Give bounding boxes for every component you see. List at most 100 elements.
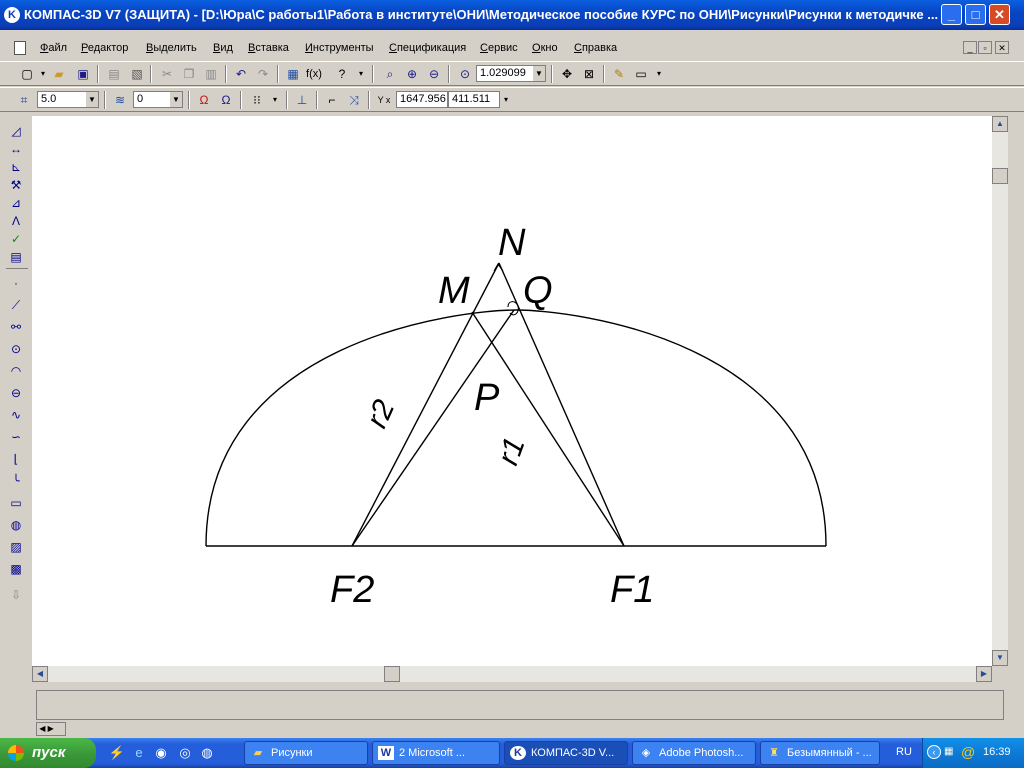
horizontal-scroll-thumb[interactable] [384, 666, 400, 682]
display-mode-icon[interactable]: ▭ [632, 65, 650, 83]
redo-icon[interactable]: ↷ [254, 65, 272, 83]
page-nav[interactable]: ◀ ▶ [36, 722, 66, 736]
help-dropdown-icon[interactable]: ▾ [352, 65, 370, 83]
quicklaunch-icon-1[interactable]: ⚡ [108, 744, 126, 762]
layers-icon[interactable]: ≋ [111, 91, 129, 109]
maximize-button[interactable]: □ [965, 4, 986, 25]
scroll-down-icon[interactable]: ▼ [992, 650, 1008, 666]
zoom-all-icon[interactable]: ⊠ [580, 65, 598, 83]
doc-close-button[interactable]: ✕ [995, 41, 1009, 54]
task-photoshop[interactable]: ◈ Adobe Photosh... [632, 741, 756, 765]
fillet-icon[interactable]: ╰ [7, 472, 25, 490]
copy-icon[interactable]: ❐ [180, 65, 198, 83]
menu-service[interactable]: Сервис [480, 42, 518, 54]
open-folder-icon[interactable]: ▰ [50, 65, 68, 83]
save-icon[interactable]: ▣ [74, 65, 92, 83]
task-paint[interactable]: ♜ Безымянный - ... [760, 741, 880, 765]
snap-local-icon[interactable]: Ω [217, 91, 235, 109]
display-dropdown-icon[interactable]: ▾ [650, 65, 668, 83]
help-pointer-icon[interactable]: ? [333, 65, 351, 83]
menu-insert[interactable]: Вставка [248, 42, 289, 54]
pan-icon[interactable]: ✥ [558, 65, 576, 83]
tray-arrow-icon[interactable]: ‹ [927, 745, 941, 759]
round-icon[interactable]: ⤨ [345, 91, 363, 109]
polyline-icon[interactable]: ∿ [7, 406, 25, 424]
coord-y-field[interactable]: 411.511 [448, 91, 500, 108]
quicklaunch-icon-5[interactable]: ◍ [198, 744, 216, 762]
arc-icon[interactable]: ◠ [7, 362, 25, 380]
circle-icon[interactable]: ⊙ [7, 340, 25, 358]
menu-window[interactable]: Окно [532, 42, 558, 54]
rectangle-icon[interactable]: ▭ [7, 494, 25, 512]
zoom-scale-icon[interactable]: ⊙ [456, 65, 474, 83]
properties-brush-icon[interactable]: ✎ [610, 65, 628, 83]
quicklaunch-icon-3[interactable]: ◉ [152, 744, 170, 762]
scroll-left-icon[interactable]: ◀ [32, 666, 48, 682]
drawing-canvas[interactable]: N M Q P F2 F1 r2 r1 [32, 116, 992, 666]
measure-tool-icon[interactable]: Ʌ [7, 212, 25, 230]
grid-icon[interactable]: ⁝⁝ [248, 91, 266, 109]
calculator-icon[interactable]: ▦ [284, 65, 302, 83]
spline-icon[interactable]: ∽ [7, 428, 25, 446]
coord-dropdown-icon[interactable]: ▾ [500, 91, 512, 109]
hatch-icon[interactable]: ▨ [7, 538, 25, 556]
task-folder[interactable]: ▰ Рисунки [244, 741, 368, 765]
app-icon[interactable]: K [4, 7, 20, 23]
close-button[interactable]: ✕ [989, 4, 1010, 25]
symbols-tool-icon[interactable]: ⊾ [7, 158, 25, 176]
chamfer-icon[interactable]: ⌊ [7, 450, 25, 468]
print-icon[interactable]: ▤ [105, 65, 123, 83]
layer-combo[interactable]: 0 ▼ [133, 91, 183, 108]
snap-magnet-icon[interactable]: Ω [195, 91, 213, 109]
horizontal-scrollbar[interactable]: ◀ ▶ [32, 666, 992, 682]
menu-spec[interactable]: Спецификация [389, 42, 466, 54]
edit-tool-icon[interactable]: ⚒ [7, 176, 25, 194]
document-icon[interactable] [14, 41, 26, 55]
ie-icon[interactable]: e [130, 744, 148, 762]
point-icon[interactable]: · [7, 274, 25, 292]
ellipse-icon[interactable]: ⊖ [7, 384, 25, 402]
parametrization-tool-icon[interactable]: ⊿ [7, 194, 25, 212]
menu-help[interactable]: Справка [574, 42, 617, 54]
grid-dropdown-icon[interactable]: ▾ [266, 91, 284, 109]
dimensions-tool-icon[interactable]: ↔ [7, 140, 25, 158]
fill-icon[interactable]: ▩ [7, 560, 25, 578]
menu-view[interactable]: Вид [213, 42, 233, 54]
menu-tools[interactable]: Инструменты [305, 42, 374, 54]
fx-button[interactable]: f(x) [304, 65, 324, 83]
scroll-right-icon[interactable]: ▶ [976, 666, 992, 682]
vertical-scrollbar[interactable]: ▲ ▼ [992, 116, 1008, 666]
quicklaunch-icon-4[interactable]: ◎ [176, 744, 194, 762]
segment-icon[interactable]: ⚯ [7, 318, 25, 336]
spec-tool-icon[interactable]: ▤ [7, 248, 25, 266]
cut-icon[interactable]: ✂ [158, 65, 176, 83]
menu-select[interactable]: Выделить [146, 42, 197, 54]
vertical-scroll-thumb[interactable] [992, 168, 1008, 184]
geometry-tool-icon[interactable]: ◿ [7, 122, 25, 140]
zoom-out-icon[interactable]: ⊖ [425, 65, 443, 83]
select-tool-icon[interactable]: ✓ [7, 230, 25, 248]
doc-restore-button[interactable]: ▫ [978, 41, 992, 54]
local-cs-icon[interactable]: ⊥ [293, 91, 311, 109]
zoom-in-icon[interactable]: ⊕ [403, 65, 421, 83]
menu-edit[interactable]: Редактор [81, 42, 128, 54]
auxiliary-line-icon[interactable]: ⟋ [7, 296, 25, 314]
scroll-up-icon[interactable]: ▲ [992, 116, 1008, 132]
step-combo[interactable]: 5.0 ▼ [37, 91, 99, 108]
contour-icon[interactable]: ◍ [7, 516, 25, 534]
print-preview-icon[interactable]: ▧ [128, 65, 146, 83]
ortho-icon[interactable]: ⌐ [323, 91, 341, 109]
paste-icon[interactable]: ▥ [202, 65, 220, 83]
doc-minimize-button[interactable]: _ [963, 41, 977, 54]
start-button[interactable]: пуск [0, 738, 96, 768]
undo-icon[interactable]: ↶ [232, 65, 250, 83]
tray-app-icon[interactable]: ▦ [944, 746, 953, 757]
zoom-combo[interactable]: 1.029099 ▼ [476, 65, 546, 82]
task-word[interactable]: W2 Microsoft ... [372, 741, 500, 765]
language-indicator[interactable]: RU [896, 746, 912, 758]
minimize-button[interactable]: _ [941, 4, 962, 25]
tray-at-icon[interactable]: @ [961, 744, 975, 760]
task-kompas[interactable]: K КОМПАС-3D V... [504, 741, 628, 765]
coord-x-field[interactable]: 1647.956 [396, 91, 448, 108]
menu-file[interactable]: Файл [40, 42, 67, 54]
